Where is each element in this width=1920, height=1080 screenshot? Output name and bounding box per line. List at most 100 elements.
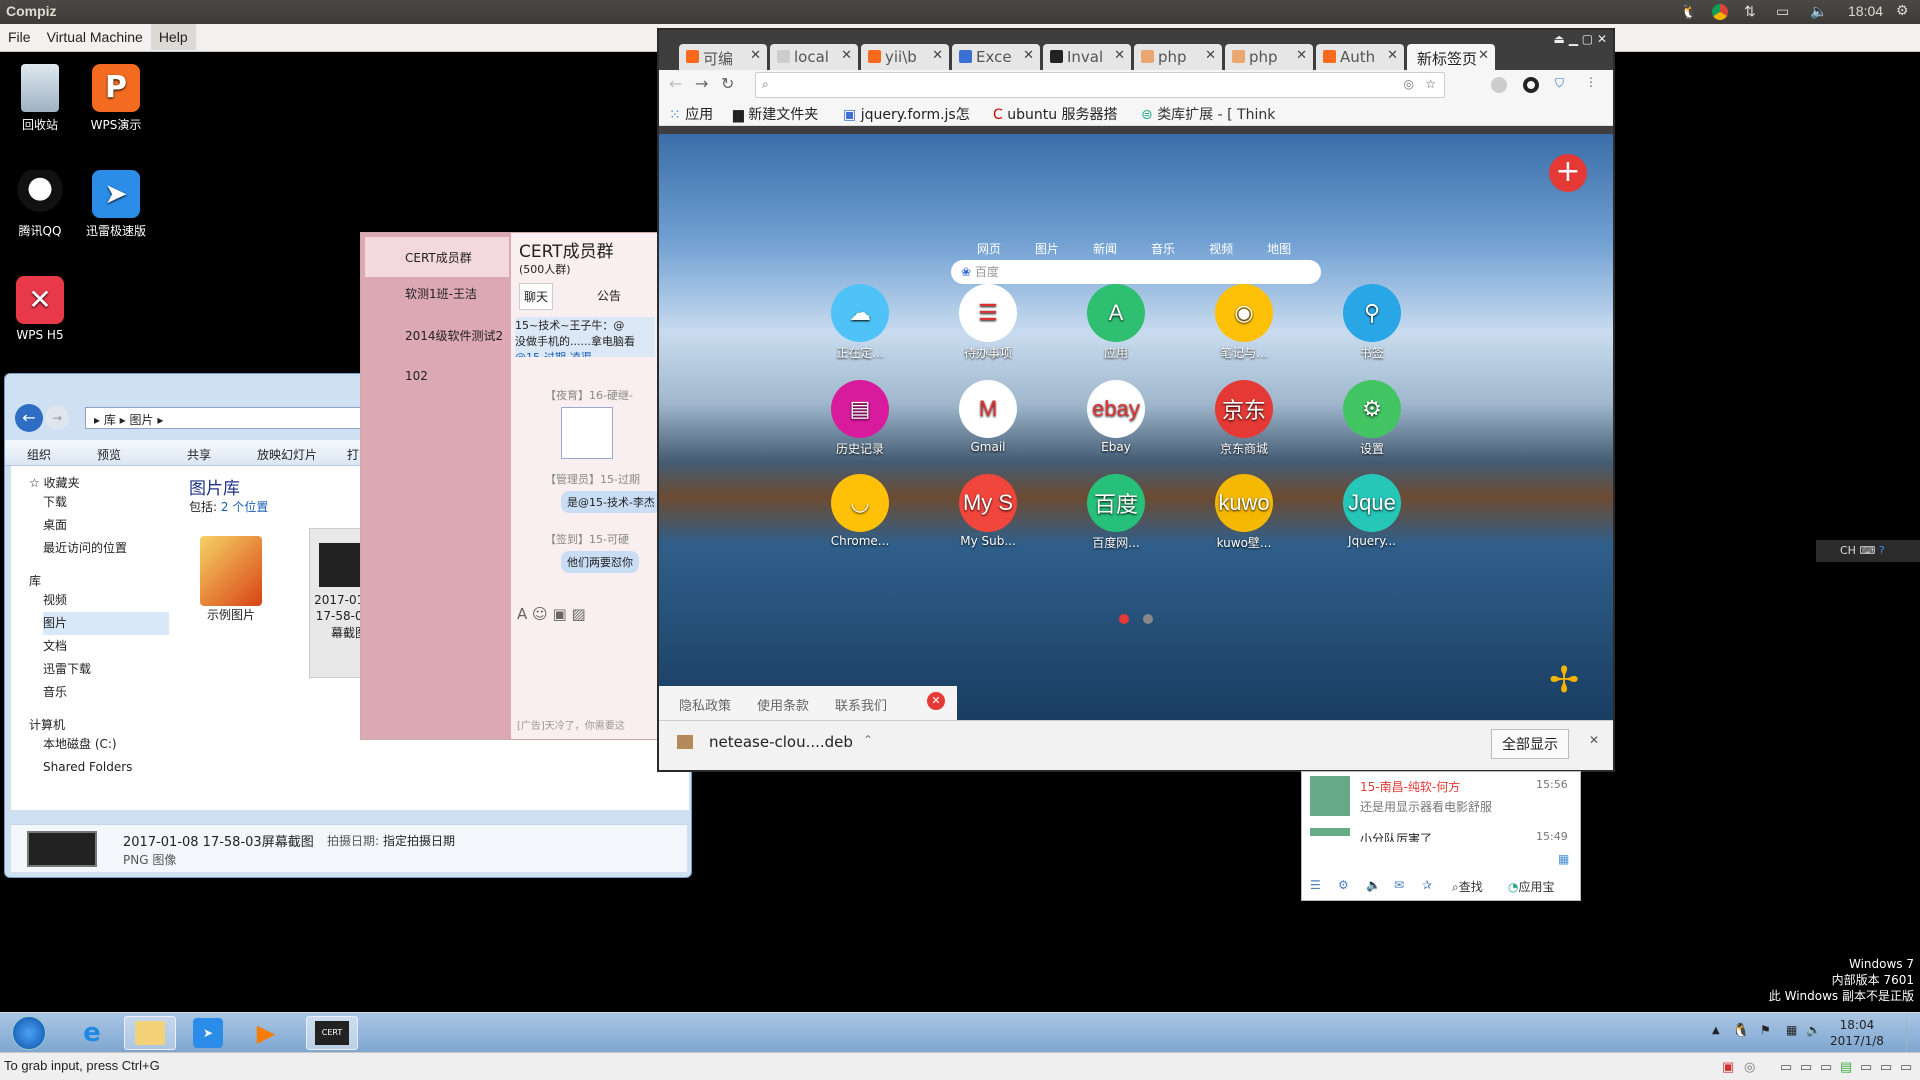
pinwheel-icon[interactable]: ✢ (1549, 660, 1579, 701)
contact-item[interactable]: CERT成员群 (365, 237, 509, 277)
font-icon[interactable]: A (517, 605, 527, 623)
app-shortcut[interactable]: ⚲ 书签 (1327, 284, 1417, 361)
close-icon[interactable]: ✕ (1589, 733, 1599, 747)
show-desktop-button[interactable] (1906, 1013, 1920, 1053)
nav-item-documents[interactable]: 文档 (43, 635, 169, 658)
nav-item-desktop[interactable]: 桌面 (43, 514, 169, 537)
tab[interactable]: Exce ✕ (952, 44, 1040, 70)
extension-icon[interactable] (1491, 77, 1507, 93)
gear-icon[interactable]: ⚙ (1338, 878, 1349, 892)
tab-active[interactable]: 新标签页 ✕ (1407, 44, 1495, 70)
app-shortcut[interactable]: ◡ Chrome... (815, 474, 905, 548)
app-shortcut[interactable]: My S My Sub... (943, 474, 1033, 548)
bookmark-item[interactable]: ⊜ 类库扩展 - [ Think (1141, 104, 1275, 124)
show-hidden-icons[interactable]: ▲ (1712, 1025, 1720, 1036)
app-shortcut[interactable]: A 应用 (1071, 284, 1161, 361)
app-shortcut[interactable]: ◉ 笔记与... (1199, 284, 1289, 361)
grid-icon[interactable]: ▦ (1558, 852, 1569, 866)
close-icon[interactable]: ✕ (750, 48, 761, 63)
contact-item[interactable]: 2014级软件测试2 (367, 327, 515, 344)
toolbar-preview[interactable]: 预览 (97, 446, 121, 463)
bookmark-item[interactable]: ▣ jquery.form.js怎 (843, 104, 970, 124)
nav-item-drive-c[interactable]: 本地磁盘 (C:) (43, 733, 169, 756)
bookmark-apps[interactable]: ⁙ 应用 (669, 104, 713, 124)
reload-icon[interactable]: ↻ (721, 74, 734, 93)
tux-icon[interactable]: 🐧 (1680, 3, 1697, 20)
add-icon[interactable]: + (1549, 154, 1587, 192)
star-icon[interactable]: ☆ (1425, 77, 1436, 91)
taskbar-qq-group[interactable]: CERT (306, 1016, 358, 1050)
nav-item-recent[interactable]: 最近访问的位置 (43, 537, 169, 560)
forward-arrow-icon[interactable]: → (695, 74, 708, 93)
search-button[interactable]: ⌕查找 (1452, 878, 1483, 895)
vm-status-icon[interactable]: ▭ (1820, 1059, 1832, 1075)
desktop-icon-wps-h5[interactable]: ✕ WPS H5 (2, 276, 78, 342)
gift-icon[interactable]: ▣ (552, 605, 566, 623)
app-shortcut[interactable]: ☰ 待办事项 (943, 284, 1033, 361)
search-tab[interactable]: 网页 (977, 242, 1001, 256)
network-icon[interactable]: ⇅ (1744, 3, 1756, 20)
bookmark-folder[interactable]: ▆ 新建文件夹 (733, 104, 818, 124)
nav-item-videos[interactable]: 视频 (43, 589, 169, 612)
app-shortcut[interactable]: Jque Jquery... (1327, 474, 1417, 548)
image-icon[interactable]: ▨ (571, 605, 585, 623)
includes-link[interactable]: 2 个位置 (221, 500, 268, 514)
back-arrow-icon[interactable]: ← (15, 404, 43, 432)
search-tab[interactable]: 地图 (1267, 242, 1291, 256)
nav-item-music[interactable]: 音乐 (43, 681, 169, 704)
nav-libraries[interactable]: 库 (11, 560, 169, 589)
start-button[interactable] (4, 1016, 54, 1050)
baidu-search-input[interactable]: ❀ 百度 (951, 260, 1321, 284)
gear-icon[interactable]: ⚙ (1896, 2, 1909, 19)
ime-bar[interactable]: CH ⌨ ? (1816, 540, 1920, 562)
back-arrow-icon[interactable]: ← (669, 74, 682, 93)
vm-status-icon[interactable]: ▣ (1722, 1059, 1734, 1075)
extension-icon[interactable] (1523, 77, 1539, 93)
download-filename[interactable]: netease-clou....deb (709, 733, 853, 751)
chrome-tray-icon[interactable] (1712, 4, 1728, 20)
battery-icon[interactable]: ▭ (1776, 3, 1789, 20)
vm-status-icon[interactable]: ◎ (1744, 1059, 1755, 1075)
volume-icon[interactable]: 🔈 (1810, 3, 1827, 20)
sticker-image[interactable] (561, 407, 613, 459)
file-item-sample-pictures[interactable]: 示例图片 (187, 536, 275, 623)
vm-status-icon[interactable]: ▭ (1860, 1059, 1872, 1075)
contact-item[interactable]: 102 (367, 369, 428, 383)
toolbar-print[interactable]: 打 (347, 446, 359, 463)
tab[interactable]: yii\b ✕ (861, 44, 949, 70)
vm-status-icon[interactable]: ▭ (1780, 1059, 1792, 1075)
search-tab[interactable]: 新闻 (1093, 242, 1117, 256)
footer-link[interactable]: 使用条款 (757, 695, 809, 714)
chevron-up-icon[interactable]: ⌃ (863, 733, 873, 747)
tab[interactable]: Inval ✕ (1043, 44, 1131, 70)
appstore-button[interactable]: ◔应用宝 (1508, 878, 1555, 895)
tab[interactable]: local ✕ (770, 44, 858, 70)
page-dot[interactable] (1143, 614, 1153, 624)
forward-arrow-icon[interactable]: → (45, 406, 69, 430)
network-icon[interactable]: ▦ (1786, 1023, 1797, 1037)
show-all-button[interactable]: 全部显示 (1491, 729, 1569, 759)
app-shortcut[interactable]: kuwo kuwo壁... (1199, 474, 1289, 551)
close-icon[interactable]: ✕ (1023, 48, 1034, 63)
menu-icon[interactable]: ☰ (1310, 878, 1321, 892)
app-shortcut[interactable]: 百度 百度网... (1071, 474, 1161, 551)
panel-clock[interactable]: 18:04 (1848, 3, 1883, 19)
breadcrumb-pictures[interactable]: 图片 (130, 413, 154, 427)
breadcrumb-library[interactable]: 库 (104, 413, 116, 427)
minimize-icon[interactable]: ▁ (1569, 32, 1578, 46)
desktop-icon-recycle-bin[interactable]: 回收站 (2, 64, 78, 133)
nav-favorites[interactable]: ☆ 收藏夹 (11, 466, 169, 491)
desktop-icon-xunlei[interactable]: ➤ 迅雷极速版 (78, 170, 154, 239)
close-icon[interactable]: ✕ (1296, 48, 1307, 63)
help-icon[interactable]: ? (1879, 544, 1885, 557)
tab[interactable]: Auth ✕ (1316, 44, 1404, 70)
app-shortcut[interactable]: ebay Ebay (1071, 380, 1161, 454)
close-icon[interactable]: ✕ (927, 692, 945, 710)
toolbar-slideshow[interactable]: 放映幻灯片 (257, 446, 317, 463)
bookmark-item[interactable]: C ubuntu 服务器搭 (993, 104, 1118, 124)
ime-label[interactable]: CH (1840, 544, 1856, 557)
nav-item-downloads[interactable]: 下载 (43, 491, 169, 514)
close-icon[interactable]: ✕ (1387, 48, 1398, 63)
ad-text[interactable]: [广告]天冷了，你需要这 (517, 717, 625, 732)
footer-link[interactable]: 联系我们 (835, 695, 887, 714)
